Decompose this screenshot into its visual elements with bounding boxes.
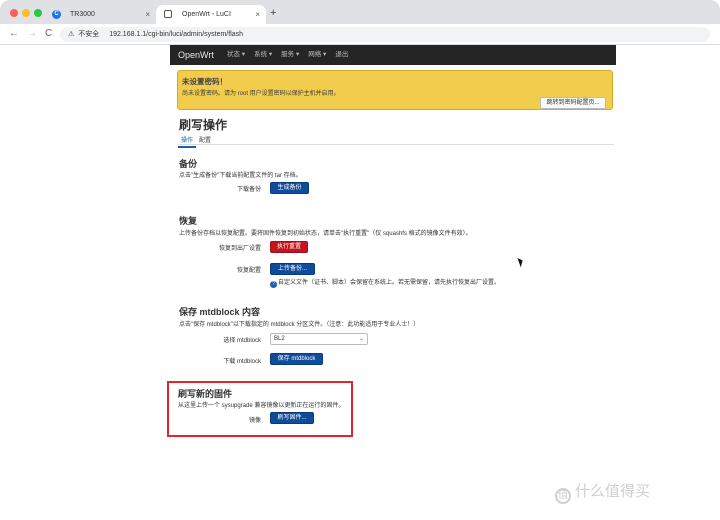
alert-title: 未设置密码！ [182,77,227,86]
mtdblock-select[interactable]: BL2 ⌄ [270,333,368,345]
menu-system[interactable]: 系统 ▾ [254,45,272,65]
close-window-button[interactable] [10,9,18,17]
subtabs: 操作 配置 [178,134,214,148]
browser-toolbar: ← → C ⚠ 不安全 192.168.1.1/cgi-bin/luci/adm… [0,24,720,45]
back-arrow-icon[interactable]: ← [9,27,19,41]
openwrt-menu: 状态 ▾ 系统 ▾ 服务 ▾ 网络 ▾ 退出 [227,45,348,65]
flash-desc: 从这里上传一个 sysupgrade 兼容镜像以更新正在运行的固件。 [178,403,345,409]
watermark-logo-icon: 值 [555,488,571,504]
browser-tab-openwrt[interactable]: OpenWrt - LuCI × [156,5,266,24]
restore-title: 恢复 [179,216,198,226]
mtdblock-title: 保存 mtdblock 内容 [179,307,261,317]
image-label: 镜像 [248,418,261,424]
tab-title: OpenWrt - LuCI [182,11,231,18]
openwrt-favicon-icon [164,10,172,18]
maximize-window-button[interactable] [34,9,42,17]
forward-arrow-icon[interactable]: → [27,27,37,41]
menu-network[interactable]: 网络 ▾ [308,45,326,65]
select-mtdblock-label: 选择 mtdblock [223,338,261,344]
close-tab-icon[interactable]: × [255,5,260,24]
new-tab-icon[interactable]: + [270,5,276,22]
backup-title: 备份 [179,159,198,169]
backup-desc: 点击"生成备份"下载当前配置文件的 tar 存档。 [179,173,302,179]
browser-window: C TR3000 × OpenWrt - LuCI × + ← → C ⚠ 不安… [0,0,720,496]
save-mtdblock-button[interactable]: 保存 mtdblock [270,353,323,365]
close-tab-icon[interactable]: × [145,5,150,24]
openwrt-navbar: OpenWrt 状态 ▾ 系统 ▾ 服务 ▾ 网络 ▾ 退出 [170,45,616,65]
mouse-cursor-icon [517,256,525,268]
password-warning-alert: 未设置密码！ 尚未设置密码。请为 root 用户设置密码以保护主机并启用。 跳转… [177,70,613,110]
restore-help: ? 自定义文件（证书、脚本）会保留在系统上。若无需保留，请先执行恢复出厂设置。 [270,277,500,288]
mtdblock-desc: 点击"保存 mtdblock"以下载指定的 mtdblock 分区文件。（注意：… [179,322,420,328]
download-mtdblock-label: 下载 mtdblock [223,359,261,365]
mtdblock-selected-value: BL2 [274,336,285,342]
tab-configuration[interactable]: 配置 [196,134,214,148]
factory-reset-label: 恢复到出厂设置 [218,246,261,252]
restore-desc: 上传备份存档以恢复配置。要将固件恢复到初始状态，请单击"执行重置"（仅 squa… [179,231,472,237]
menu-logout[interactable]: 退出 [335,45,348,65]
divider [178,144,614,145]
watermark: 值什么值得买 [555,480,650,504]
menu-status[interactable]: 状态 ▾ [227,45,245,65]
warning-triangle-icon: ⚠ [68,31,75,38]
page-title: 刷写操作 [179,118,228,132]
openwrt-brand[interactable]: OpenWrt [178,45,214,65]
url-text: 192.168.1.1/cgi-bin/luci/admin/system/fl… [109,31,244,38]
watermark-text: 什么值得买 [575,483,651,500]
reload-icon[interactable]: C [45,27,52,41]
tab-title: TR3000 [70,11,95,18]
chrome-favicon-icon: C [52,10,61,19]
alert-text: 尚未设置密码。请为 root 用户设置密码以保护主机并启用。 [182,91,340,97]
chevron-down-icon: ⌄ [358,336,364,342]
download-backup-label: 下载备份 [236,187,261,193]
insecure-label: 不安全 [78,31,100,38]
flash-title: 刷写新的固件 [178,389,233,399]
upload-backup-button[interactable]: 上传备份... [270,263,315,275]
restore-config-label: 恢复配置 [236,268,261,274]
tab-actions[interactable]: 操作 [178,134,197,148]
flash-firmware-button[interactable]: 刷写固件... [270,412,314,424]
restore-help-text: 自定义文件（证书、脚本）会保留在系统上。若无需保留，请先执行恢复出厂设置。 [278,280,501,286]
address-bar[interactable]: ⚠ 不安全 192.168.1.1/cgi-bin/luci/admin/sys… [60,27,710,42]
browser-tab-tr3000[interactable]: C TR3000 × [44,5,156,24]
menu-services[interactable]: 服务 ▾ [281,45,299,65]
minimize-window-button[interactable] [22,9,30,17]
goto-password-button[interactable]: 跳转到密码配置页... [540,97,606,109]
generate-backup-button[interactable]: 生成备份 [270,182,309,194]
help-icon: ? [270,281,277,288]
perform-reset-button[interactable]: 执行重置 [270,241,308,253]
tab-strip: C TR3000 × OpenWrt - LuCI × + [0,0,720,24]
